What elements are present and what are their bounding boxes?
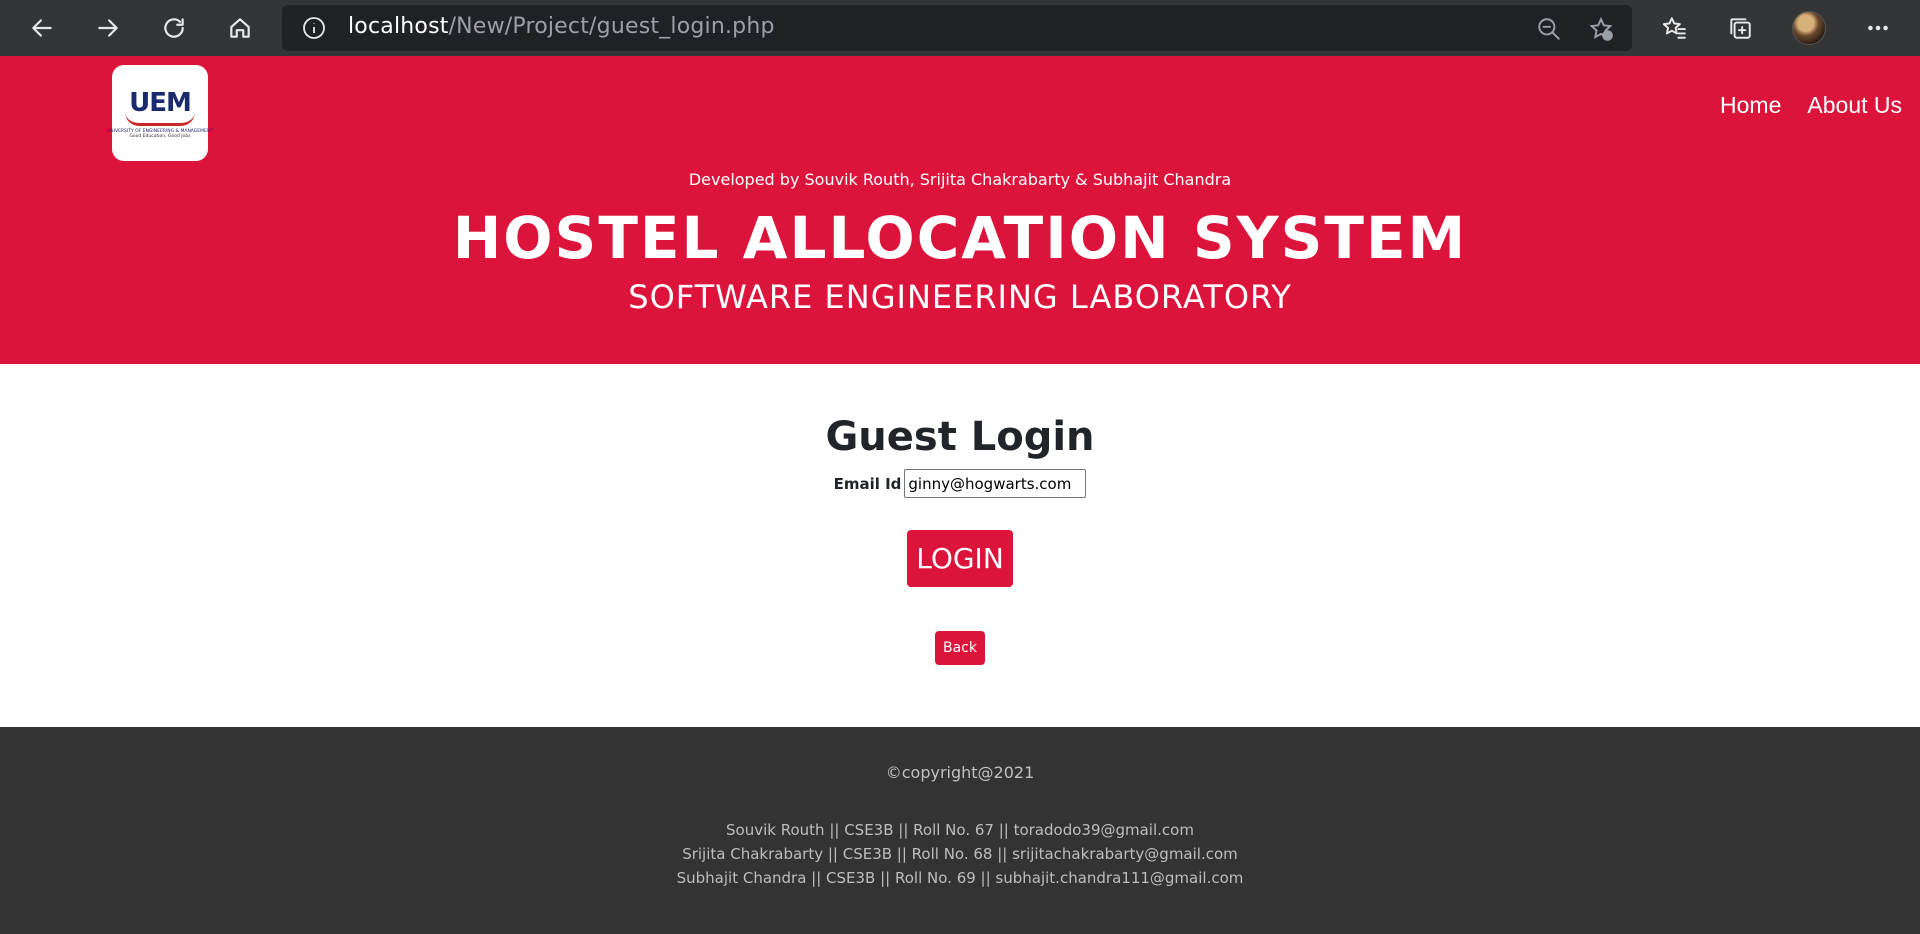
browser-toolbar: localhost/New/Project/guest_login.php <box>0 0 1920 56</box>
site-footer: ©copyright@2021 Souvik Routh || CSE3B ||… <box>0 727 1920 934</box>
team-member-3: Subhajit Chandra || CSE3B || Roll No. 69… <box>676 869 1244 887</box>
page-title: HOSTEL ALLOCATION SYSTEM <box>452 204 1468 272</box>
email-label: Email Id <box>833 474 902 493</box>
collections-icon[interactable] <box>1724 12 1756 44</box>
laurel-icon <box>125 112 195 126</box>
home-icon[interactable] <box>220 8 260 48</box>
zoom-out-icon[interactable] <box>1536 16 1562 42</box>
logo-tagline: Good Education, Good Jobs <box>129 133 191 139</box>
nav-link-home[interactable]: Home <box>1720 92 1781 119</box>
nav-link-about-us[interactable]: About Us <box>1807 92 1902 119</box>
site-header: UEM UNIVERSITY OF ENGINEERING & MANAGEME… <box>0 56 1920 364</box>
more-menu-icon[interactable] <box>1862 12 1894 44</box>
add-favorite-icon[interactable] <box>1588 16 1614 42</box>
profile-avatar[interactable] <box>1792 11 1826 45</box>
back-button[interactable]: Back <box>935 631 985 665</box>
address-bar[interactable]: localhost/New/Project/guest_login.php <box>282 5 1632 51</box>
url-host: localhost <box>348 14 449 39</box>
page-subtitle: SOFTWARE ENGINEERING LABORATORY <box>628 278 1292 316</box>
copyright-text: ©copyright@2021 <box>885 763 1035 782</box>
url-path: /New/Project/guest_login.php <box>448 14 775 39</box>
back-arrow-icon[interactable] <box>22 8 62 48</box>
info-icon[interactable] <box>302 16 326 40</box>
uem-logo[interactable]: UEM UNIVERSITY OF ENGINEERING & MANAGEME… <box>107 65 213 161</box>
email-row: Email Id <box>0 469 1920 498</box>
team-member-1: Souvik Routh || CSE3B || Roll No. 67 || … <box>726 821 1194 839</box>
login-button[interactable]: LOGIN <box>907 530 1013 587</box>
refresh-icon[interactable] <box>154 8 194 48</box>
url-text[interactable]: localhost/New/Project/guest_login.php <box>348 14 775 39</box>
team-list: Souvik Routh || CSE3B || Roll No. 67 || … <box>0 818 1920 890</box>
developer-credits: Developed by Souvik Routh, Srijita Chakr… <box>688 170 1232 189</box>
top-nav: Home About Us <box>1720 92 1902 119</box>
email-input[interactable] <box>904 469 1087 498</box>
forward-arrow-icon[interactable] <box>88 8 128 48</box>
favorites-icon[interactable] <box>1658 12 1690 44</box>
team-member-2: Srijita Chakrabarty || CSE3B || Roll No.… <box>682 845 1238 863</box>
login-heading: Guest Login <box>825 414 1095 460</box>
